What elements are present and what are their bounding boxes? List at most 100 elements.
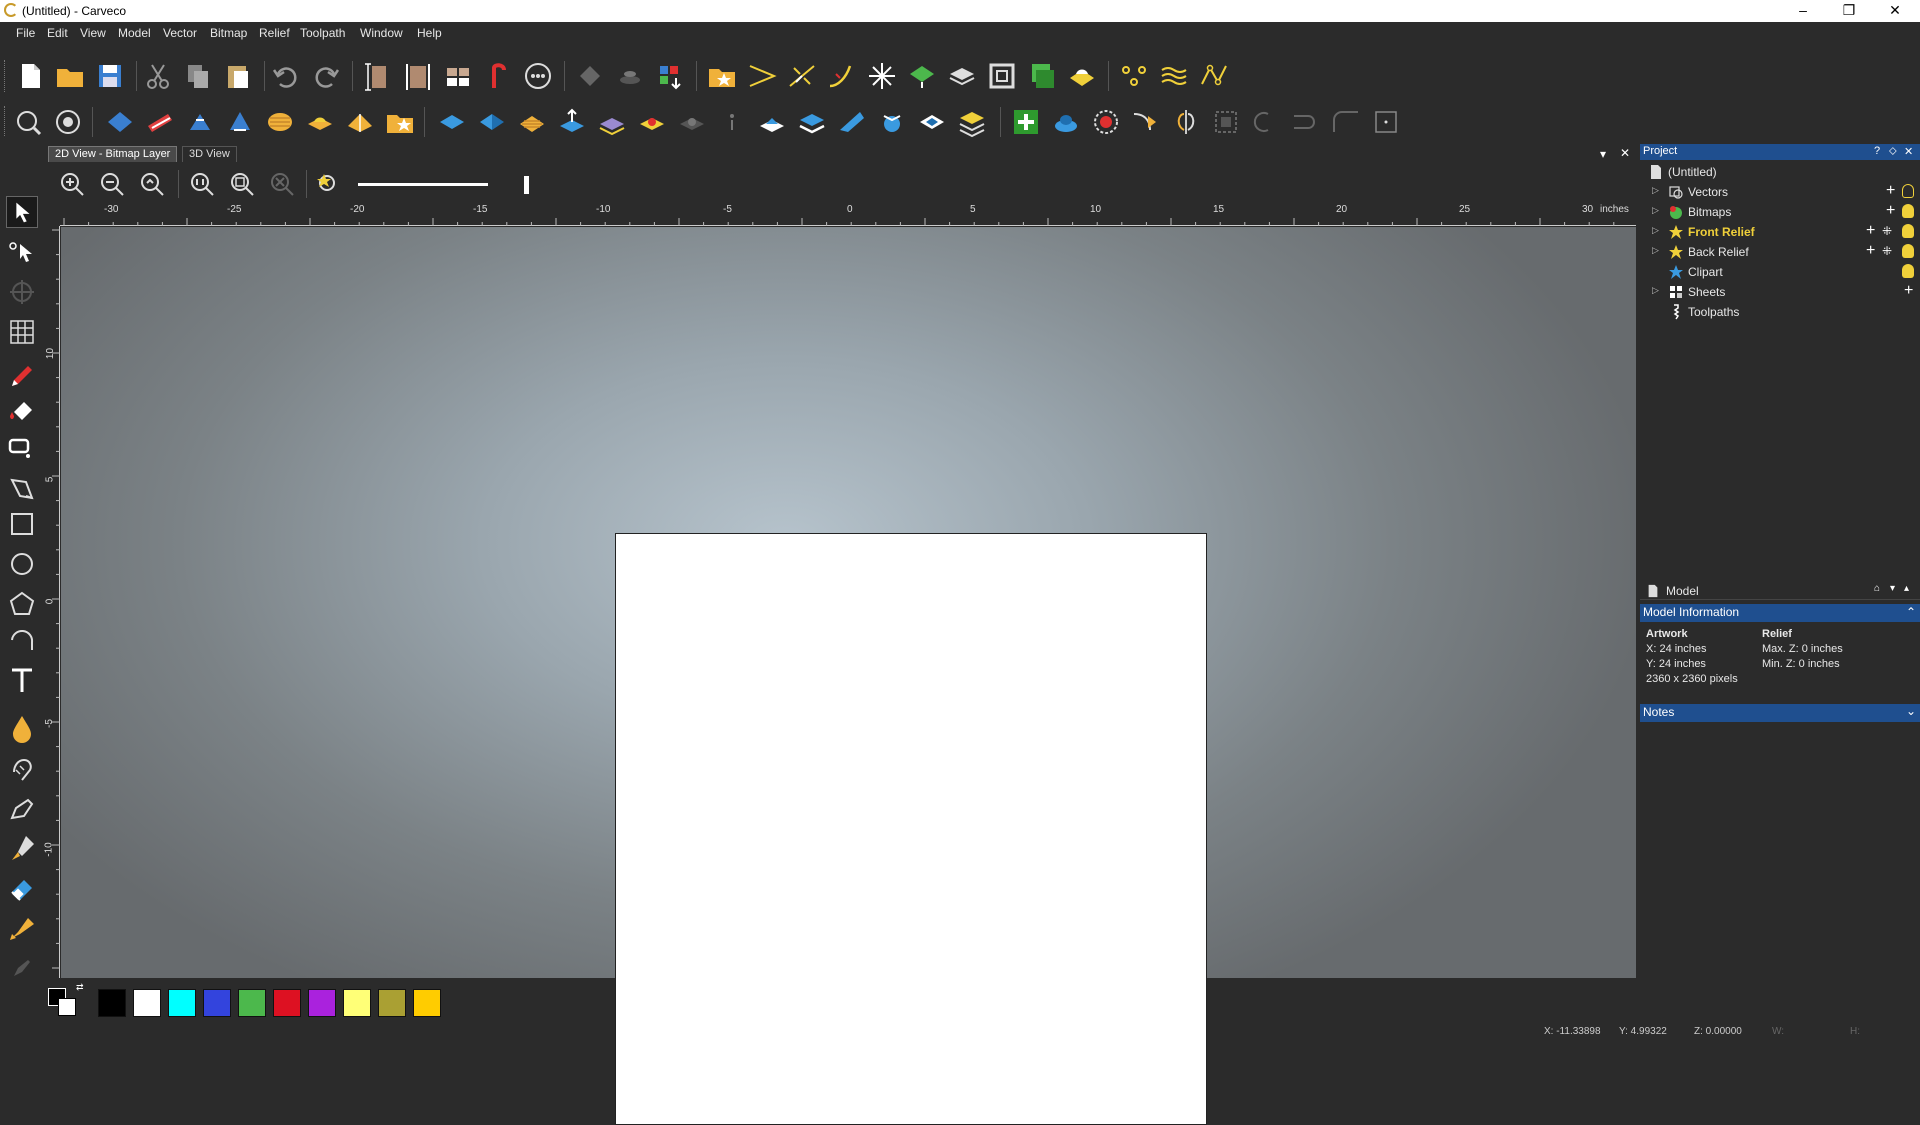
arc-icon[interactable] bbox=[6, 626, 38, 658]
angle-vector-icon[interactable] bbox=[746, 60, 778, 92]
color-swatch[interactable] bbox=[273, 989, 301, 1017]
layer-stack-icon[interactable] bbox=[614, 60, 646, 92]
expand-arrow-icon[interactable]: ▷ bbox=[1652, 285, 1659, 296]
node-edit-icon[interactable] bbox=[6, 236, 38, 268]
expand-arrow-icon[interactable]: ▷ bbox=[1652, 245, 1659, 256]
relief-clear-icon[interactable] bbox=[52, 106, 84, 138]
toolbar-grip[interactable] bbox=[4, 60, 7, 92]
relief-info-icon[interactable] bbox=[716, 106, 748, 138]
transform-icon[interactable] bbox=[6, 276, 38, 308]
add-green-icon[interactable] bbox=[1010, 106, 1042, 138]
two-rail-icon[interactable] bbox=[184, 106, 216, 138]
zoom-selection-icon[interactable] bbox=[268, 170, 296, 198]
shape-editor-icon[interactable] bbox=[104, 106, 136, 138]
slope-relief-icon[interactable] bbox=[836, 106, 868, 138]
zoom-out-icon[interactable] bbox=[98, 170, 126, 198]
tree-item-sheets[interactable]: ▷ Sheets + bbox=[1640, 282, 1920, 302]
center-point-icon[interactable] bbox=[1370, 106, 1402, 138]
bounding-box-icon[interactable] bbox=[1210, 106, 1242, 138]
tree-item-clipart[interactable]: Clipart bbox=[1640, 262, 1920, 282]
open-clipart-icon[interactable] bbox=[706, 60, 738, 92]
angle-relief-icon[interactable] bbox=[476, 106, 508, 138]
disabled-brush-icon[interactable] bbox=[6, 952, 38, 984]
add-vector-icon[interactable]: + bbox=[1886, 183, 1895, 199]
orange-brush-icon[interactable] bbox=[6, 912, 38, 944]
circle-icon[interactable] bbox=[6, 548, 38, 580]
color-swatch[interactable] bbox=[308, 989, 336, 1017]
reset-relief-icon[interactable] bbox=[676, 106, 708, 138]
weave-relief-icon[interactable] bbox=[876, 106, 908, 138]
plane-relief-icon[interactable] bbox=[756, 106, 788, 138]
spin-icon[interactable] bbox=[224, 106, 256, 138]
save-icon[interactable] bbox=[94, 60, 126, 92]
new-file-icon[interactable] bbox=[14, 60, 46, 92]
zoom-1to1-icon[interactable] bbox=[188, 170, 216, 198]
green-relief-icon[interactable] bbox=[906, 60, 938, 92]
close-window-button[interactable]: ✕ bbox=[1872, 0, 1918, 22]
smudge-hand-icon[interactable] bbox=[6, 752, 38, 784]
grid-relief-icon[interactable] bbox=[1026, 60, 1058, 92]
tab-3d-view[interactable]: 3D View bbox=[182, 146, 237, 162]
collapse-up-icon[interactable]: ▴ bbox=[1904, 583, 1909, 594]
open-folder-icon[interactable] bbox=[54, 60, 86, 92]
color-swatch[interactable] bbox=[413, 989, 441, 1017]
close-view-button[interactable]: ✕ bbox=[1620, 146, 1630, 160]
secondary-color-swatch[interactable] bbox=[58, 998, 76, 1016]
layer-grid-icon[interactable]: ⁜ bbox=[1882, 223, 1892, 239]
toolbar-grip[interactable] bbox=[4, 106, 7, 136]
add-relief-icon[interactable] bbox=[304, 106, 336, 138]
expand-arrow-icon[interactable]: ▷ bbox=[1652, 225, 1659, 236]
polygon-icon[interactable] bbox=[6, 588, 38, 620]
layer-grid-icon[interactable]: ⁜ bbox=[1882, 243, 1892, 259]
menu-help[interactable]: Help bbox=[417, 26, 442, 40]
grid-tool-icon[interactable] bbox=[6, 316, 38, 348]
zoom-extents-icon[interactable] bbox=[228, 170, 256, 198]
stack-relief-icon[interactable] bbox=[946, 60, 978, 92]
notes-header[interactable]: Notes ⌄ bbox=[1640, 704, 1920, 722]
stamp-red-icon[interactable] bbox=[1090, 106, 1122, 138]
menu-file[interactable]: File bbox=[16, 26, 35, 40]
polyline-icon[interactable] bbox=[6, 472, 38, 504]
fill-bucket-icon[interactable] bbox=[6, 396, 38, 428]
texture-icon[interactable] bbox=[264, 106, 296, 138]
zoom-slider-track[interactable] bbox=[358, 183, 488, 186]
visibility-bulb-icon[interactable] bbox=[1902, 184, 1914, 198]
menu-vector[interactable]: Vector bbox=[163, 26, 197, 40]
color-swatch[interactable] bbox=[343, 989, 371, 1017]
select-arrow-icon[interactable] bbox=[6, 196, 38, 228]
add-sheet-icon[interactable]: + bbox=[1904, 283, 1913, 299]
color-swatch[interactable] bbox=[168, 989, 196, 1017]
expand-arrow-icon[interactable]: ▷ bbox=[1652, 185, 1659, 196]
star-zoom-icon[interactable] bbox=[314, 170, 342, 198]
pyramid-relief-icon[interactable] bbox=[344, 106, 376, 138]
stripes-relief-icon[interactable] bbox=[516, 106, 548, 138]
resolution-icon[interactable] bbox=[522, 60, 554, 92]
visibility-bulb-icon[interactable] bbox=[1902, 244, 1914, 258]
color-swatch[interactable] bbox=[238, 989, 266, 1017]
model-size-icon[interactable] bbox=[362, 60, 394, 92]
home-icon[interactable]: ⌂ bbox=[1874, 583, 1880, 594]
multi-layer-relief-icon[interactable] bbox=[956, 106, 988, 138]
split-vector-icon[interactable] bbox=[786, 60, 818, 92]
minimize-button[interactable]: – bbox=[1780, 0, 1826, 22]
nodes-icon[interactable] bbox=[1118, 60, 1150, 92]
undo-icon[interactable] bbox=[270, 60, 302, 92]
wavy-vectors-icon[interactable] bbox=[1158, 60, 1190, 92]
sweep-icon[interactable] bbox=[1130, 106, 1162, 138]
zoom-previous-icon[interactable] bbox=[138, 170, 166, 198]
paste-icon[interactable] bbox=[222, 60, 254, 92]
redo-icon[interactable] bbox=[310, 60, 342, 92]
tile-model-icon[interactable] bbox=[442, 60, 474, 92]
pin-icon[interactable]: ⬦ bbox=[1889, 145, 1897, 158]
collapse-chevron-icon[interactable]: ⌃ bbox=[1906, 605, 1916, 619]
visibility-bulb-icon[interactable] bbox=[1902, 264, 1914, 278]
layers-relief-icon[interactable] bbox=[796, 106, 828, 138]
extrude-icon[interactable] bbox=[144, 106, 176, 138]
raise-relief-icon[interactable] bbox=[556, 106, 588, 138]
polyline-nodes-icon[interactable] bbox=[1198, 60, 1230, 92]
zero-relief-icon[interactable] bbox=[636, 106, 668, 138]
pencil-icon[interactable] bbox=[6, 360, 38, 392]
help-button[interactable]: ? bbox=[1874, 145, 1880, 157]
menu-edit[interactable]: Edit bbox=[47, 26, 68, 40]
menu-model[interactable]: Model bbox=[118, 26, 151, 40]
